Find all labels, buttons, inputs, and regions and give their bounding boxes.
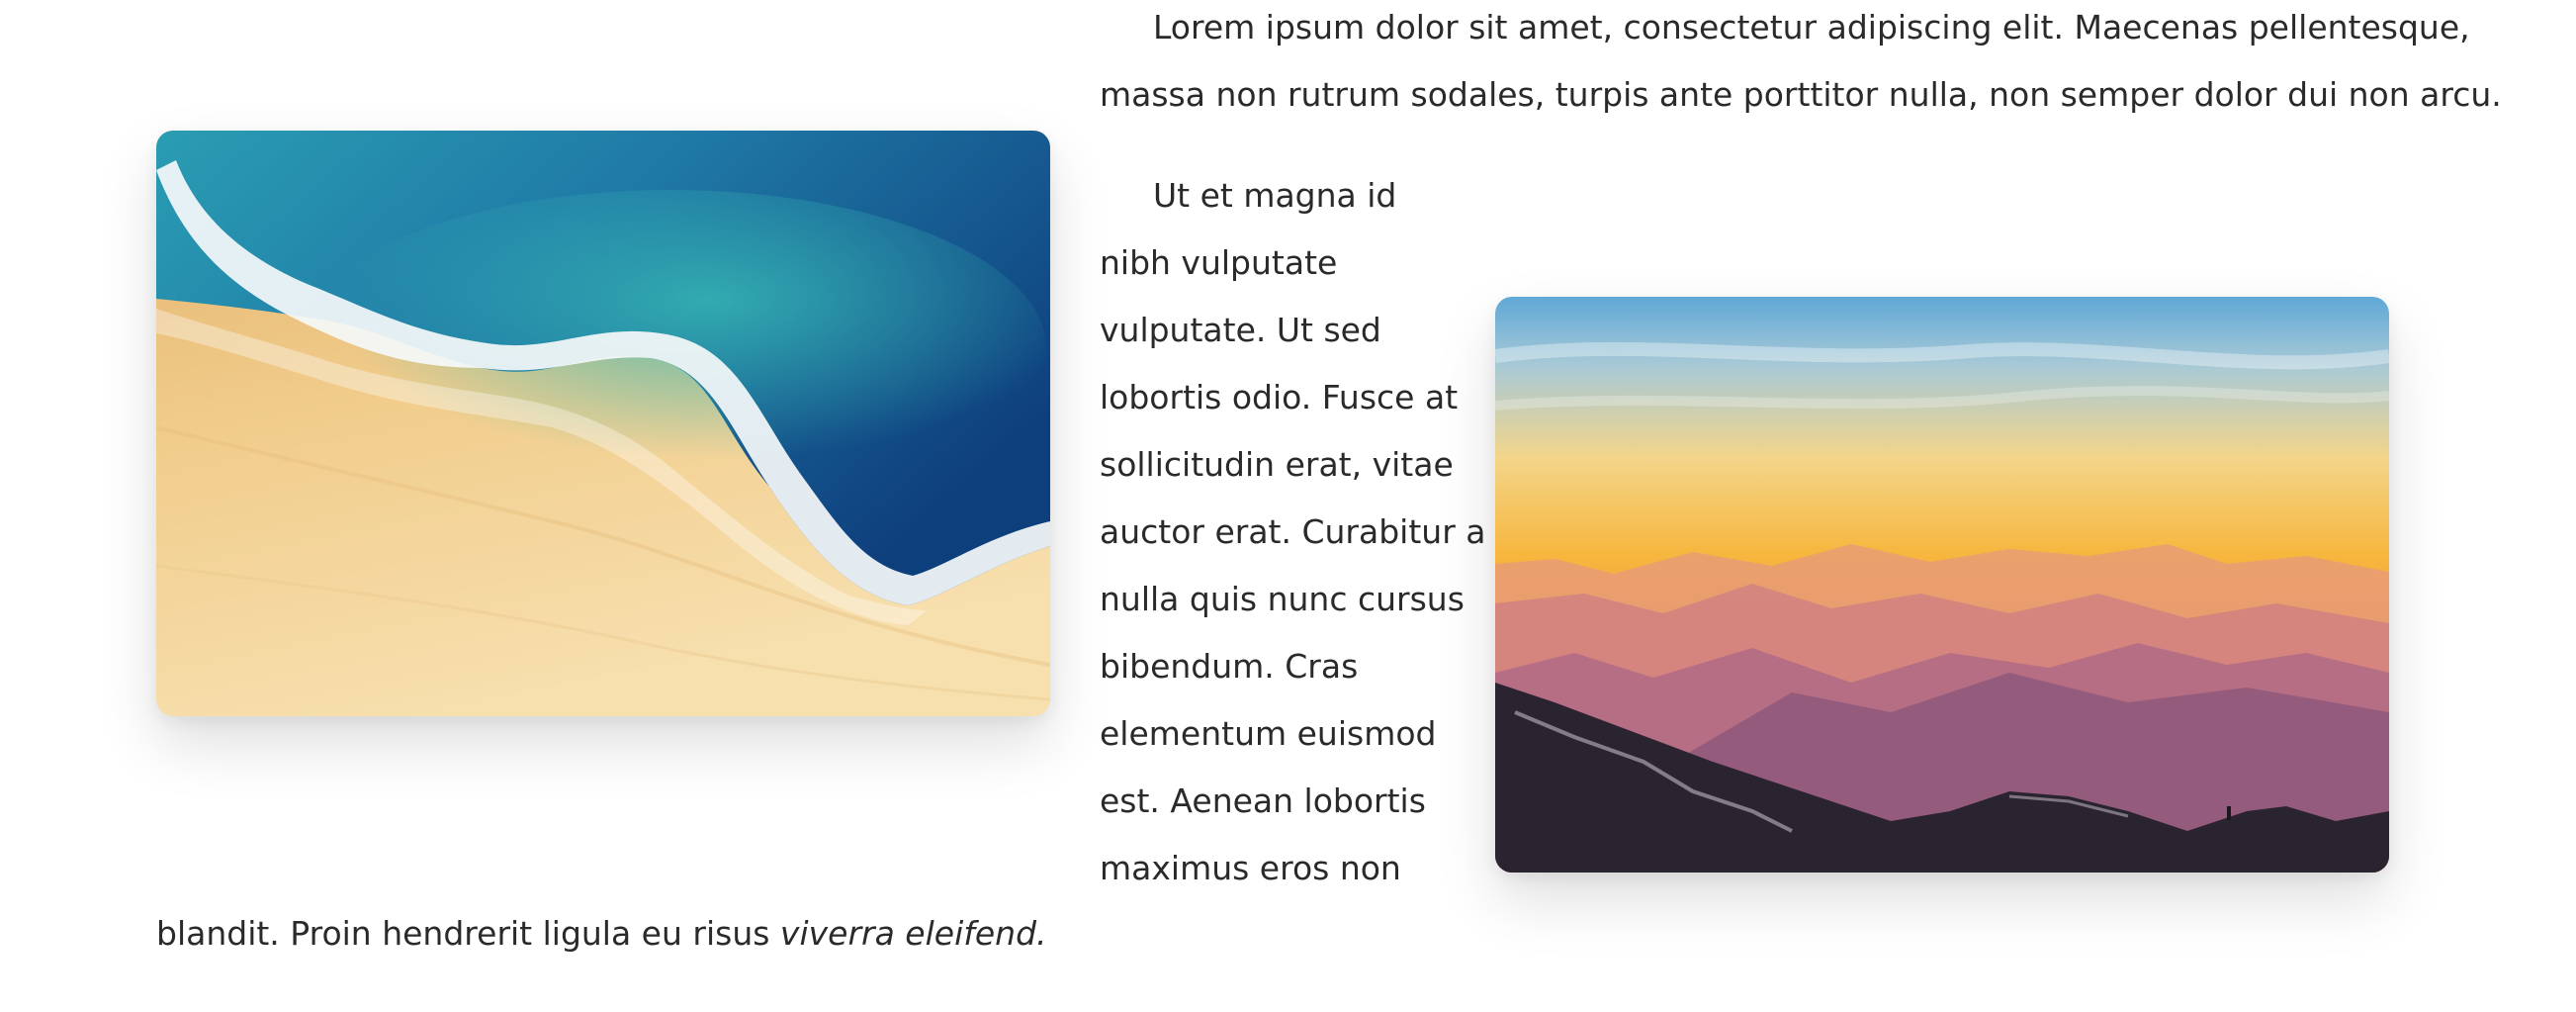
paragraph-2-line-7: nulla quis nunc cursus	[1100, 580, 1465, 618]
paragraph-2-line-10: est. Aenean lobortis	[1100, 782, 1426, 820]
beach-image	[156, 131, 1050, 716]
paragraph-1-line-2: massa non rutrum sodales, turpis ante po…	[1100, 75, 2502, 114]
paragraph-1-line-1: Lorem ipsum dolor sit amet, consectetur …	[1153, 8, 2470, 46]
mountain-sunset-photo	[1495, 297, 2389, 873]
paragraph-2-line-2: nibh vulputate	[1100, 243, 1338, 282]
beach-aerial-photo	[156, 131, 1050, 716]
mountain-image	[1495, 297, 2389, 873]
paragraph-2-line-11: maximus eros non	[1100, 849, 1401, 887]
paragraph-2-line-9: elementum euismod	[1100, 714, 1437, 753]
paragraph-2-line-3: vulputate. Ut sed	[1100, 311, 1381, 349]
paragraph-2-line-4: lobortis odio. Fusce at	[1100, 378, 1459, 416]
paragraph-2-line-6: auctor erat. Curabitur a	[1100, 512, 1486, 551]
paragraph-2-line-1: Ut et magna id	[1153, 176, 1397, 215]
paragraph-2-line-5: sollicitudin erat, vitae	[1100, 445, 1454, 484]
last-line-plain: blandit. Proin hendrerit ligula eu risus	[156, 914, 780, 953]
italic-emphasis: viverra eleifend.	[779, 914, 1047, 953]
paragraph-2-last-line: blandit. Proin hendrerit ligula eu risus…	[156, 900, 1047, 967]
paragraph-2-line-8: bibendum. Cras	[1100, 647, 1359, 686]
